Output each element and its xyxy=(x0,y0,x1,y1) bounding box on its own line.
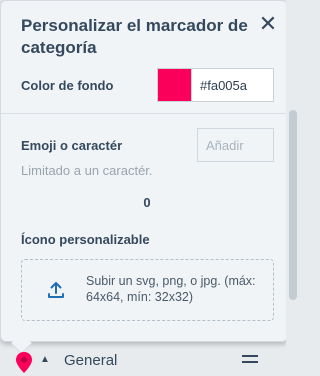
custom-icon-label: Ícono personalizable xyxy=(21,232,150,247)
map-pin-icon[interactable] xyxy=(14,351,34,375)
upload-text: Subir un svg, png, o jpg. (máx: 64x64, m… xyxy=(86,274,256,304)
background-color-label: Color de fondo xyxy=(21,78,114,93)
divider xyxy=(1,113,287,114)
emoji-input[interactable] xyxy=(197,128,274,162)
panel-title: Personalizar el marcador de categoría xyxy=(21,16,248,57)
caret-up-icon[interactable]: ▲ xyxy=(40,354,50,365)
category-name: General xyxy=(64,352,118,369)
drag-handle-icon[interactable] xyxy=(242,355,258,365)
category-marker-panel: Personalizar el marcador de categoría ✕ … xyxy=(0,0,288,342)
upload-icon xyxy=(48,282,64,298)
emoji-label: Emoji o caractér xyxy=(21,138,123,153)
close-icon[interactable]: ✕ xyxy=(257,13,279,35)
category-row[interactable]: ▲ General xyxy=(0,346,286,376)
upload-dropzone[interactable]: Subir un svg, png, o jpg. (máx: 64x64, m… xyxy=(21,259,274,321)
scrollbar-thumb[interactable] xyxy=(289,110,297,300)
hex-color-input[interactable] xyxy=(191,68,274,102)
emoji-hint: Limitado a un caractér. xyxy=(21,163,153,178)
color-swatch[interactable] xyxy=(157,68,191,102)
emoji-char-count: 0 xyxy=(143,195,151,210)
